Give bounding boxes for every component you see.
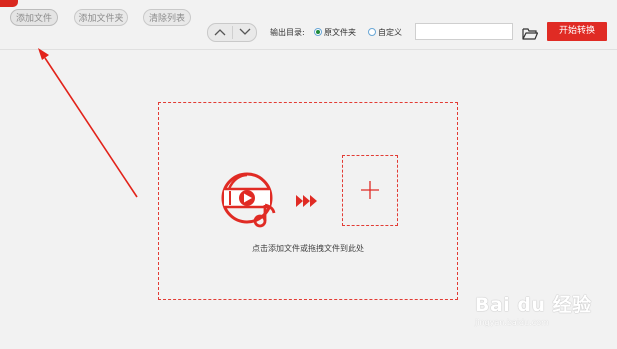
toolbar-divider bbox=[0, 49, 617, 50]
watermark-url: jingyan.baidu.com bbox=[475, 318, 549, 327]
watermark-brand: Bai du 经验 bbox=[475, 294, 592, 316]
file-drop-zone[interactable]: 点击添加文件或拖拽文件到此处 bbox=[158, 102, 458, 300]
triple-chevron-right-icon bbox=[296, 195, 317, 207]
clear-list-button[interactable]: 清除列表 bbox=[143, 9, 191, 26]
radio-custom[interactable] bbox=[368, 28, 376, 36]
add-file-button[interactable]: 添加文件 bbox=[10, 9, 58, 26]
start-convert-button[interactable]: 开始转换 bbox=[547, 22, 607, 41]
move-up-button[interactable] bbox=[208, 24, 232, 41]
radio-original-folder[interactable] bbox=[314, 28, 322, 36]
chevron-up-icon bbox=[214, 29, 226, 36]
folder-open-icon bbox=[522, 28, 539, 40]
baidu-jingyan-watermark: Bai du 经验 jingyan.baidu.com bbox=[475, 290, 615, 345]
plus-icon bbox=[361, 181, 379, 199]
move-down-button[interactable] bbox=[233, 24, 257, 41]
video-music-disc-icon bbox=[221, 172, 276, 228]
chevron-down-icon bbox=[239, 28, 251, 35]
option-custom-label[interactable]: 自定义 bbox=[378, 27, 402, 38]
add-folder-button[interactable]: 添加文件夹 bbox=[74, 9, 128, 26]
output-path-input[interactable] bbox=[415, 23, 513, 40]
app-logo-corner bbox=[0, 0, 18, 7]
output-dir-label: 输出目录: bbox=[270, 28, 305, 37]
add-file-box[interactable] bbox=[342, 155, 398, 226]
drop-hint-text: 点击添加文件或拖拽文件到此处 bbox=[252, 244, 364, 253]
reorder-button-group bbox=[207, 23, 257, 42]
browse-folder-button[interactable] bbox=[522, 25, 539, 40]
option-original-folder-label[interactable]: 原文件夹 bbox=[324, 27, 356, 38]
